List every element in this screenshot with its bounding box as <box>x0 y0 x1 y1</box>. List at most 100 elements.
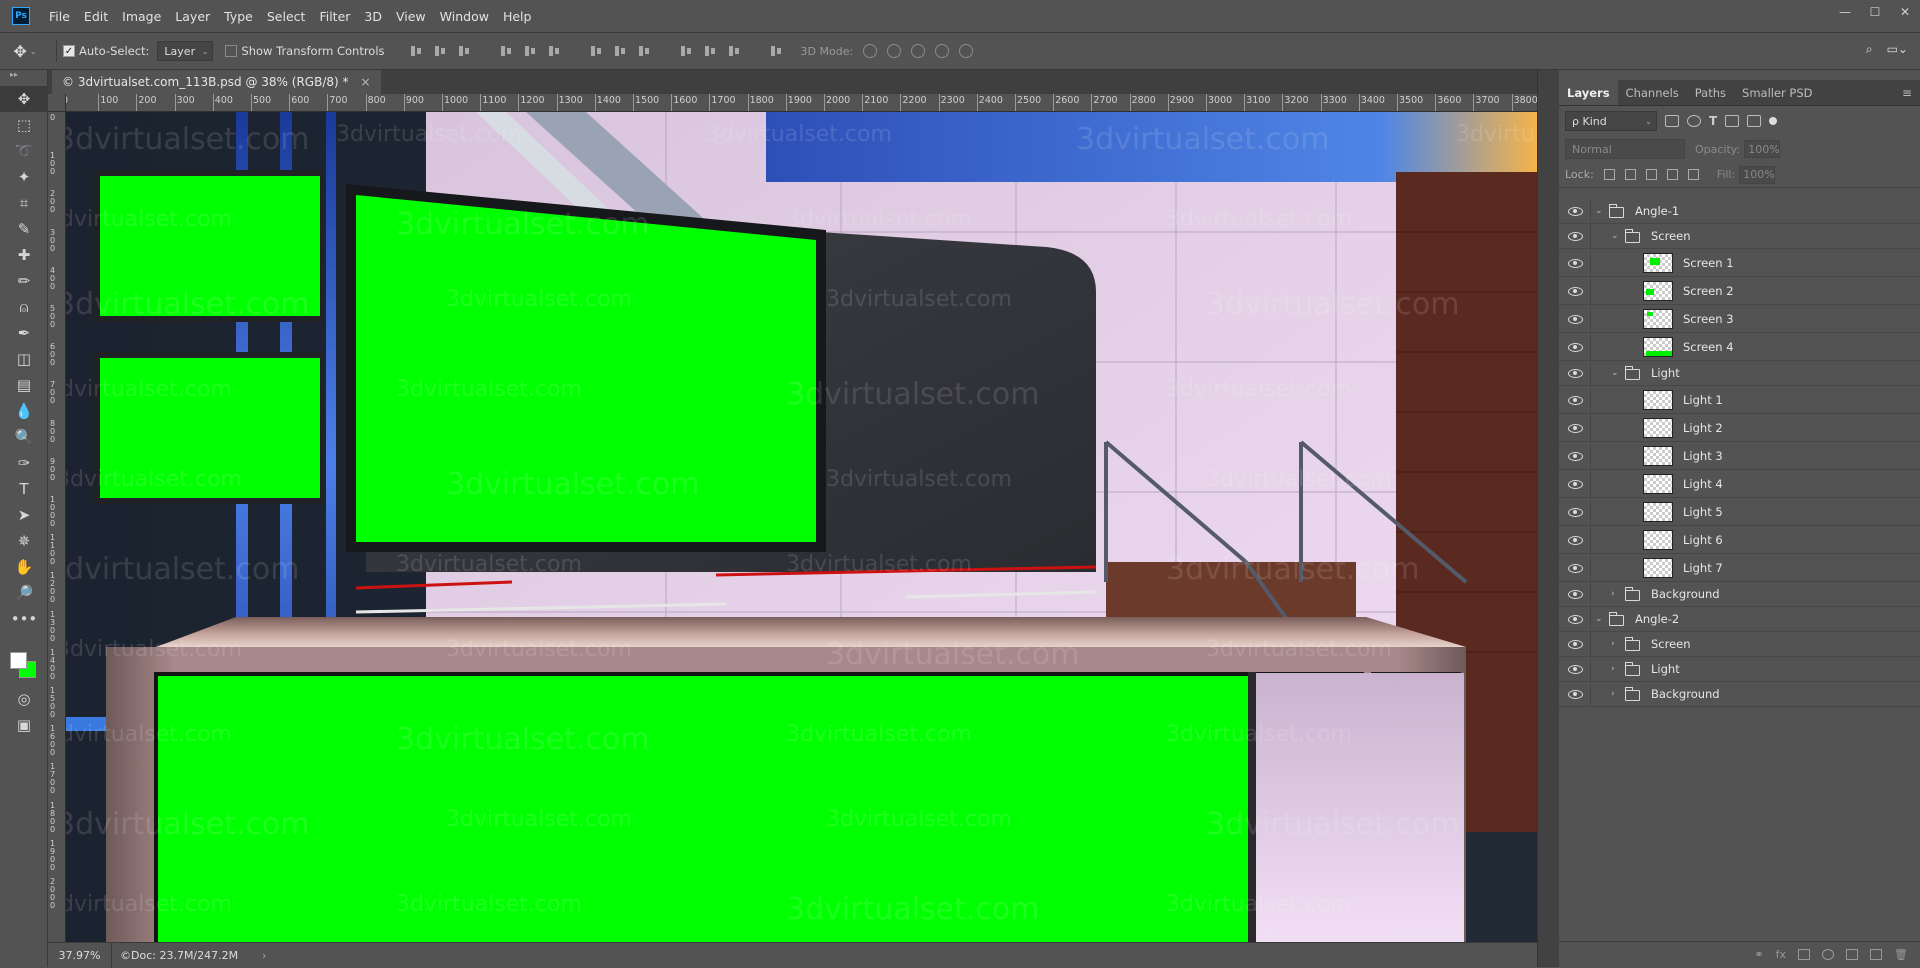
layer-row[interactable]: Light 7 <box>1559 554 1920 582</box>
marquee-tool-icon[interactable]: ⬚ <box>0 112 48 138</box>
minimize-button[interactable]: — <box>1830 0 1860 24</box>
auto-select-checkbox[interactable]: ✓ <box>63 45 75 57</box>
menu-help[interactable]: Help <box>496 0 539 32</box>
chevron-right-icon[interactable]: › <box>1611 689 1615 699</box>
menu-filter[interactable]: Filter <box>312 0 357 32</box>
document-canvas[interactable]: 3dvirtualset.com3dvirtualset.com3dvirtua… <box>66 112 1537 942</box>
quick-mask-icon[interactable]: ◎ <box>0 686 48 712</box>
scale-3d-icon[interactable] <box>959 44 974 58</box>
path-select-tool-icon[interactable]: ➤ <box>0 502 48 528</box>
layer-row[interactable]: Light 1 <box>1559 386 1920 414</box>
more-tools-icon[interactable]: ••• <box>0 606 48 632</box>
eraser-tool-icon[interactable]: ◫ <box>0 346 48 372</box>
tab-layers[interactable]: Layers <box>1559 80 1618 105</box>
visibility-toggle[interactable] <box>1559 249 1591 276</box>
slide-3d-icon[interactable] <box>935 44 950 58</box>
menu-layer[interactable]: Layer <box>168 0 217 32</box>
adjustment-filter-icon[interactable] <box>1687 115 1701 127</box>
visibility-toggle[interactable] <box>1559 554 1591 581</box>
lock-image-icon[interactable] <box>1624 169 1636 180</box>
type-filter-icon[interactable]: T <box>1709 114 1717 128</box>
filter-toggle-icon[interactable] <box>1769 117 1778 125</box>
layer-group-row[interactable]: › Background <box>1559 582 1920 607</box>
visibility-toggle[interactable] <box>1559 361 1591 385</box>
lock-transparent-icon[interactable] <box>1603 169 1615 180</box>
menu-image[interactable]: Image <box>115 0 168 32</box>
eyedropper-tool-icon[interactable]: ✎ <box>0 216 48 242</box>
add-mask-icon[interactable] <box>1798 949 1811 960</box>
zoom-tool-icon[interactable]: 🔎 <box>0 580 48 606</box>
gradient-tool-icon[interactable]: ▤ <box>0 372 48 398</box>
adjustment-layer-icon[interactable] <box>1822 949 1835 960</box>
layer-group-row[interactable]: ⌄ Angle-2 <box>1559 607 1920 632</box>
shape-tool-icon[interactable]: ✵ <box>0 528 48 554</box>
layer-row[interactable]: Screen 3 <box>1559 305 1920 333</box>
healing-tool-icon[interactable]: ✚ <box>0 242 48 268</box>
chevron-right-icon[interactable]: › <box>1611 589 1615 599</box>
menu-file[interactable]: File <box>42 0 77 32</box>
history-brush-tool-icon[interactable]: ✒ <box>0 320 48 346</box>
hand-tool-icon[interactable]: ✋ <box>0 554 48 580</box>
magic-wand-tool-icon[interactable]: ✦ <box>0 164 48 190</box>
panel-menu-icon[interactable]: ≡ <box>1902 80 1920 105</box>
pen-tool-icon[interactable]: ✑ <box>0 450 48 476</box>
stamp-tool-icon[interactable]: ⍝ <box>0 294 48 320</box>
layer-row[interactable]: Light 5 <box>1559 498 1920 526</box>
distribute-left-icon[interactable] <box>679 44 693 58</box>
shape-filter-icon[interactable] <box>1725 115 1740 127</box>
auto-align-icon[interactable] <box>769 44 783 58</box>
blend-mode-dropdown[interactable]: Normal <box>1565 139 1685 159</box>
search-icon[interactable]: ⌕ <box>1866 42 1873 57</box>
smart-object-filter-icon[interactable] <box>1747 115 1762 127</box>
pan-3d-icon[interactable] <box>911 44 926 58</box>
layer-style-icon[interactable]: fx <box>1776 948 1786 961</box>
chevron-down-icon[interactable]: ⌄ <box>1595 614 1603 624</box>
layer-row[interactable]: Light 6 <box>1559 526 1920 554</box>
layer-row[interactable]: Light 3 <box>1559 442 1920 470</box>
visibility-toggle[interactable] <box>1559 657 1591 681</box>
layer-group-row[interactable]: › Light <box>1559 657 1920 682</box>
tab-channels[interactable]: Channels <box>1618 80 1687 105</box>
move-tool-icon[interactable]: ✥ <box>0 86 48 112</box>
delete-layer-icon[interactable]: 🗑 <box>1894 948 1908 961</box>
align-bottom-icon[interactable] <box>457 44 471 58</box>
crop-tool-icon[interactable]: ⌗ <box>0 190 48 216</box>
distribute-top-icon[interactable] <box>589 44 603 58</box>
visibility-toggle[interactable] <box>1559 526 1591 553</box>
blur-tool-icon[interactable]: 💧 <box>0 398 48 424</box>
roll-3d-icon[interactable] <box>887 44 902 58</box>
lock-position-icon[interactable] <box>1645 169 1657 180</box>
menu-type[interactable]: Type <box>217 0 260 32</box>
color-swatches[interactable] <box>0 642 48 686</box>
screen-mode-icon[interactable]: ▣ <box>0 712 48 738</box>
zoom-level[interactable]: 37.97% <box>48 942 112 968</box>
tab-paths[interactable]: Paths <box>1687 80 1734 105</box>
tab-smaller-psd[interactable]: Smaller PSD <box>1734 80 1821 105</box>
dodge-tool-icon[interactable]: 🔍 <box>0 424 48 450</box>
ruler-origin[interactable] <box>48 94 66 112</box>
distribute-vertical-center-icon[interactable] <box>613 44 627 58</box>
chevron-right-icon[interactable]: › <box>1611 664 1615 674</box>
distribute-horizontal-center-icon[interactable] <box>703 44 717 58</box>
show-transform-checkbox[interactable] <box>225 45 238 57</box>
lock-all-icon[interactable] <box>1687 169 1699 180</box>
layer-group-row[interactable]: › Screen <box>1559 632 1920 657</box>
layer-group-row[interactable]: › Background <box>1559 682 1920 707</box>
visibility-toggle[interactable] <box>1559 632 1591 656</box>
new-layer-icon[interactable] <box>1870 949 1883 960</box>
layer-group-row[interactable]: ⌄ Screen <box>1559 224 1920 249</box>
menu-view[interactable]: View <box>389 0 433 32</box>
link-layers-icon[interactable]: ⚭ <box>1754 948 1763 961</box>
visibility-toggle[interactable] <box>1559 199 1591 223</box>
distribute-right-icon[interactable] <box>727 44 741 58</box>
align-vertical-center-icon[interactable] <box>433 44 447 58</box>
layer-row[interactable]: Light 2 <box>1559 414 1920 442</box>
layer-row[interactable]: Screen 4 <box>1559 333 1920 361</box>
align-right-icon[interactable] <box>547 44 561 58</box>
menu-window[interactable]: Window <box>433 0 496 32</box>
orbit-3d-icon[interactable] <box>863 44 878 58</box>
chevron-down-icon[interactable]: ⌄ <box>1611 231 1619 241</box>
pixel-filter-icon[interactable] <box>1665 115 1679 127</box>
chevron-down-icon[interactable]: ⌄ <box>1595 206 1603 216</box>
visibility-toggle[interactable] <box>1559 498 1591 525</box>
